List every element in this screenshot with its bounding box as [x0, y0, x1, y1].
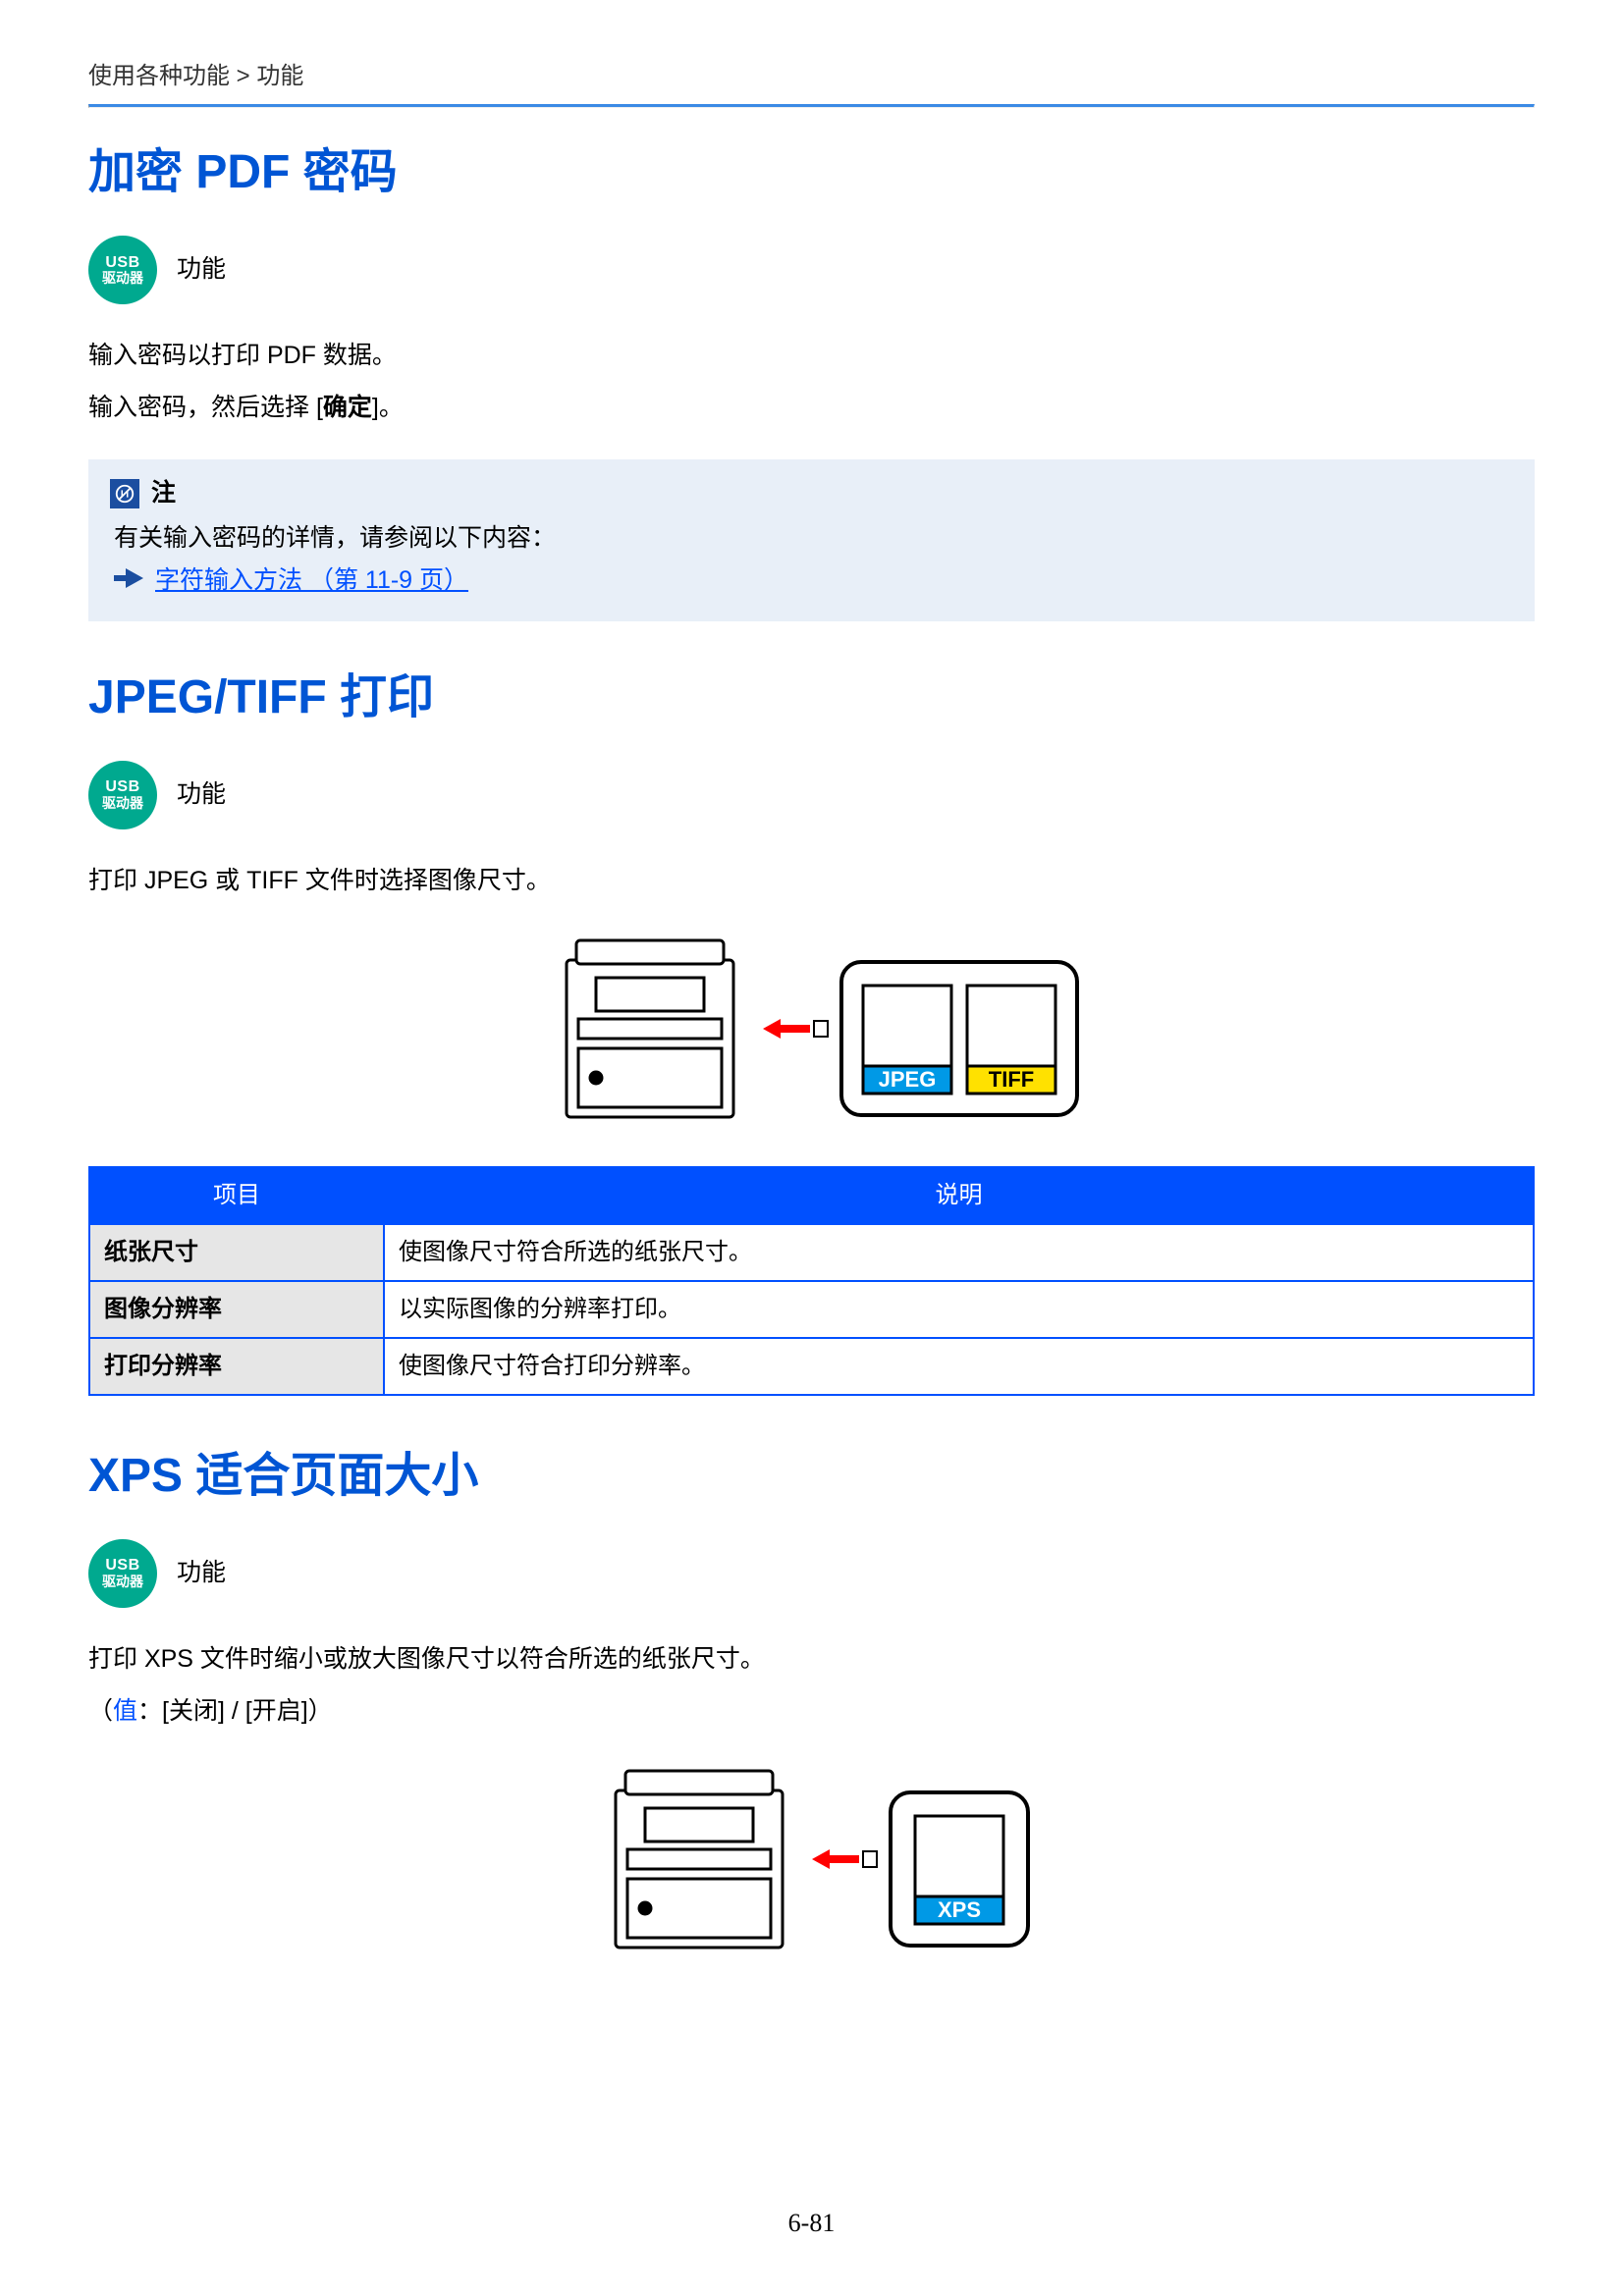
p2-pre: 输入密码，然后选择 [	[88, 394, 323, 421]
tiff-label: TIFF	[988, 1067, 1033, 1092]
table-cell-desc: 使图像尺寸符合打印分辨率。	[384, 1338, 1534, 1395]
table-cell-desc: 以实际图像的分辨率打印。	[384, 1281, 1534, 1338]
usb-drive-badge-icon: USB 驱动器	[88, 761, 157, 829]
encrypted-pdf-desc-1: 输入密码以打印 PDF 数据。	[88, 334, 1535, 378]
xps-desc: 打印 XPS 文件时缩小或放大图像尺寸以符合所选的纸张尺寸。	[88, 1637, 1535, 1682]
usb-badge-line2: 驱动器	[102, 796, 143, 811]
note-heading: 注	[110, 475, 1513, 512]
note-link[interactable]: 字符输入方法 （第 11-9 页）	[155, 562, 468, 600]
table-header-item: 项目	[89, 1167, 384, 1224]
arrow-right-icon	[114, 563, 143, 599]
function-label: 功能	[177, 776, 226, 814]
section-title-encrypted-pdf: 加密 PDF 密码	[88, 137, 1535, 208]
title-accent: JPEG/TIFF	[88, 671, 327, 723]
section-title-xps: XPS 适合页面大小	[88, 1441, 1535, 1512]
note-box: 注 有关输入密码的详情，请参阅以下内容： 字符输入方法 （第 11-9 页）	[88, 459, 1535, 621]
jpeg-label: JPEG	[878, 1067, 936, 1092]
function-tag-row-2: USB 驱动器 功能	[88, 761, 1535, 829]
xps-values: （值：[关闭] / [开启]）	[88, 1689, 1535, 1734]
usb-drive-badge-icon: USB 驱动器	[88, 1539, 157, 1608]
table-cell-desc: 使图像尺寸符合所选的纸张尺寸。	[384, 1224, 1534, 1281]
usb-badge-line1: USB	[105, 254, 139, 272]
function-tag-row-3: USB 驱动器 功能	[88, 1539, 1535, 1608]
xps-illustration: XPS	[88, 1761, 1535, 1977]
encrypted-pdf-desc-2: 输入密码，然后选择 [确定]。	[88, 386, 1535, 430]
usb-drive-badge-icon: USB 驱动器	[88, 236, 157, 304]
jpeg-tiff-illustration: JPEG TIFF	[88, 931, 1535, 1147]
usb-badge-line2: 驱动器	[102, 271, 143, 286]
p2-post: ]。	[372, 394, 404, 421]
title-accent: XPS	[88, 1450, 183, 1502]
usb-badge-line1: USB	[105, 1557, 139, 1575]
note-body: 有关输入密码的详情，请参阅以下内容：	[110, 520, 1513, 558]
table-row: 纸张尺寸 使图像尺寸符合所选的纸张尺寸。	[89, 1224, 1534, 1281]
usb-badge-line1: USB	[105, 778, 139, 796]
table-cell-item: 打印分辨率	[89, 1338, 384, 1395]
p2-bold: 确定	[323, 394, 372, 421]
table-row: 打印分辨率 使图像尺寸符合打印分辨率。	[89, 1338, 1534, 1395]
title-rest: 适合页面大小	[183, 1450, 478, 1502]
title-text: 加密 PDF 密码	[88, 146, 398, 198]
xps-label: XPS	[937, 1897, 980, 1922]
usb-badge-line2: 驱动器	[102, 1575, 143, 1589]
table-cell-item: 图像分辨率	[89, 1281, 384, 1338]
table-header-desc: 说明	[384, 1167, 1534, 1224]
table-row: 图像分辨率 以实际图像的分辨率打印。	[89, 1281, 1534, 1338]
function-tag-row-1: USB 驱动器 功能	[88, 236, 1535, 304]
jpeg-tiff-desc: 打印 JPEG 或 TIFF 文件时选择图像尺寸。	[88, 859, 1535, 903]
note-link-row: 字符输入方法 （第 11-9 页）	[110, 562, 1513, 600]
table-cell-item: 纸张尺寸	[89, 1224, 384, 1281]
breadcrumb: 使用各种功能 > 功能	[88, 59, 1535, 104]
jpeg-tiff-table: 项目 说明 纸张尺寸 使图像尺寸符合所选的纸张尺寸。 图像分辨率 以实际图像的分…	[88, 1166, 1535, 1396]
title-rest: 打印	[327, 671, 434, 723]
function-label: 功能	[177, 251, 226, 289]
section-title-jpeg-tiff: JPEG/TIFF 打印	[88, 663, 1535, 733]
header-divider	[88, 104, 1535, 108]
function-label: 功能	[177, 1555, 226, 1592]
note-icon	[110, 479, 139, 508]
page-number: 6-81	[0, 2204, 1623, 2242]
note-label: 注	[151, 475, 176, 512]
value-label: 值	[113, 1697, 137, 1725]
value-rest: ：[关闭] / [开启]	[137, 1697, 308, 1725]
